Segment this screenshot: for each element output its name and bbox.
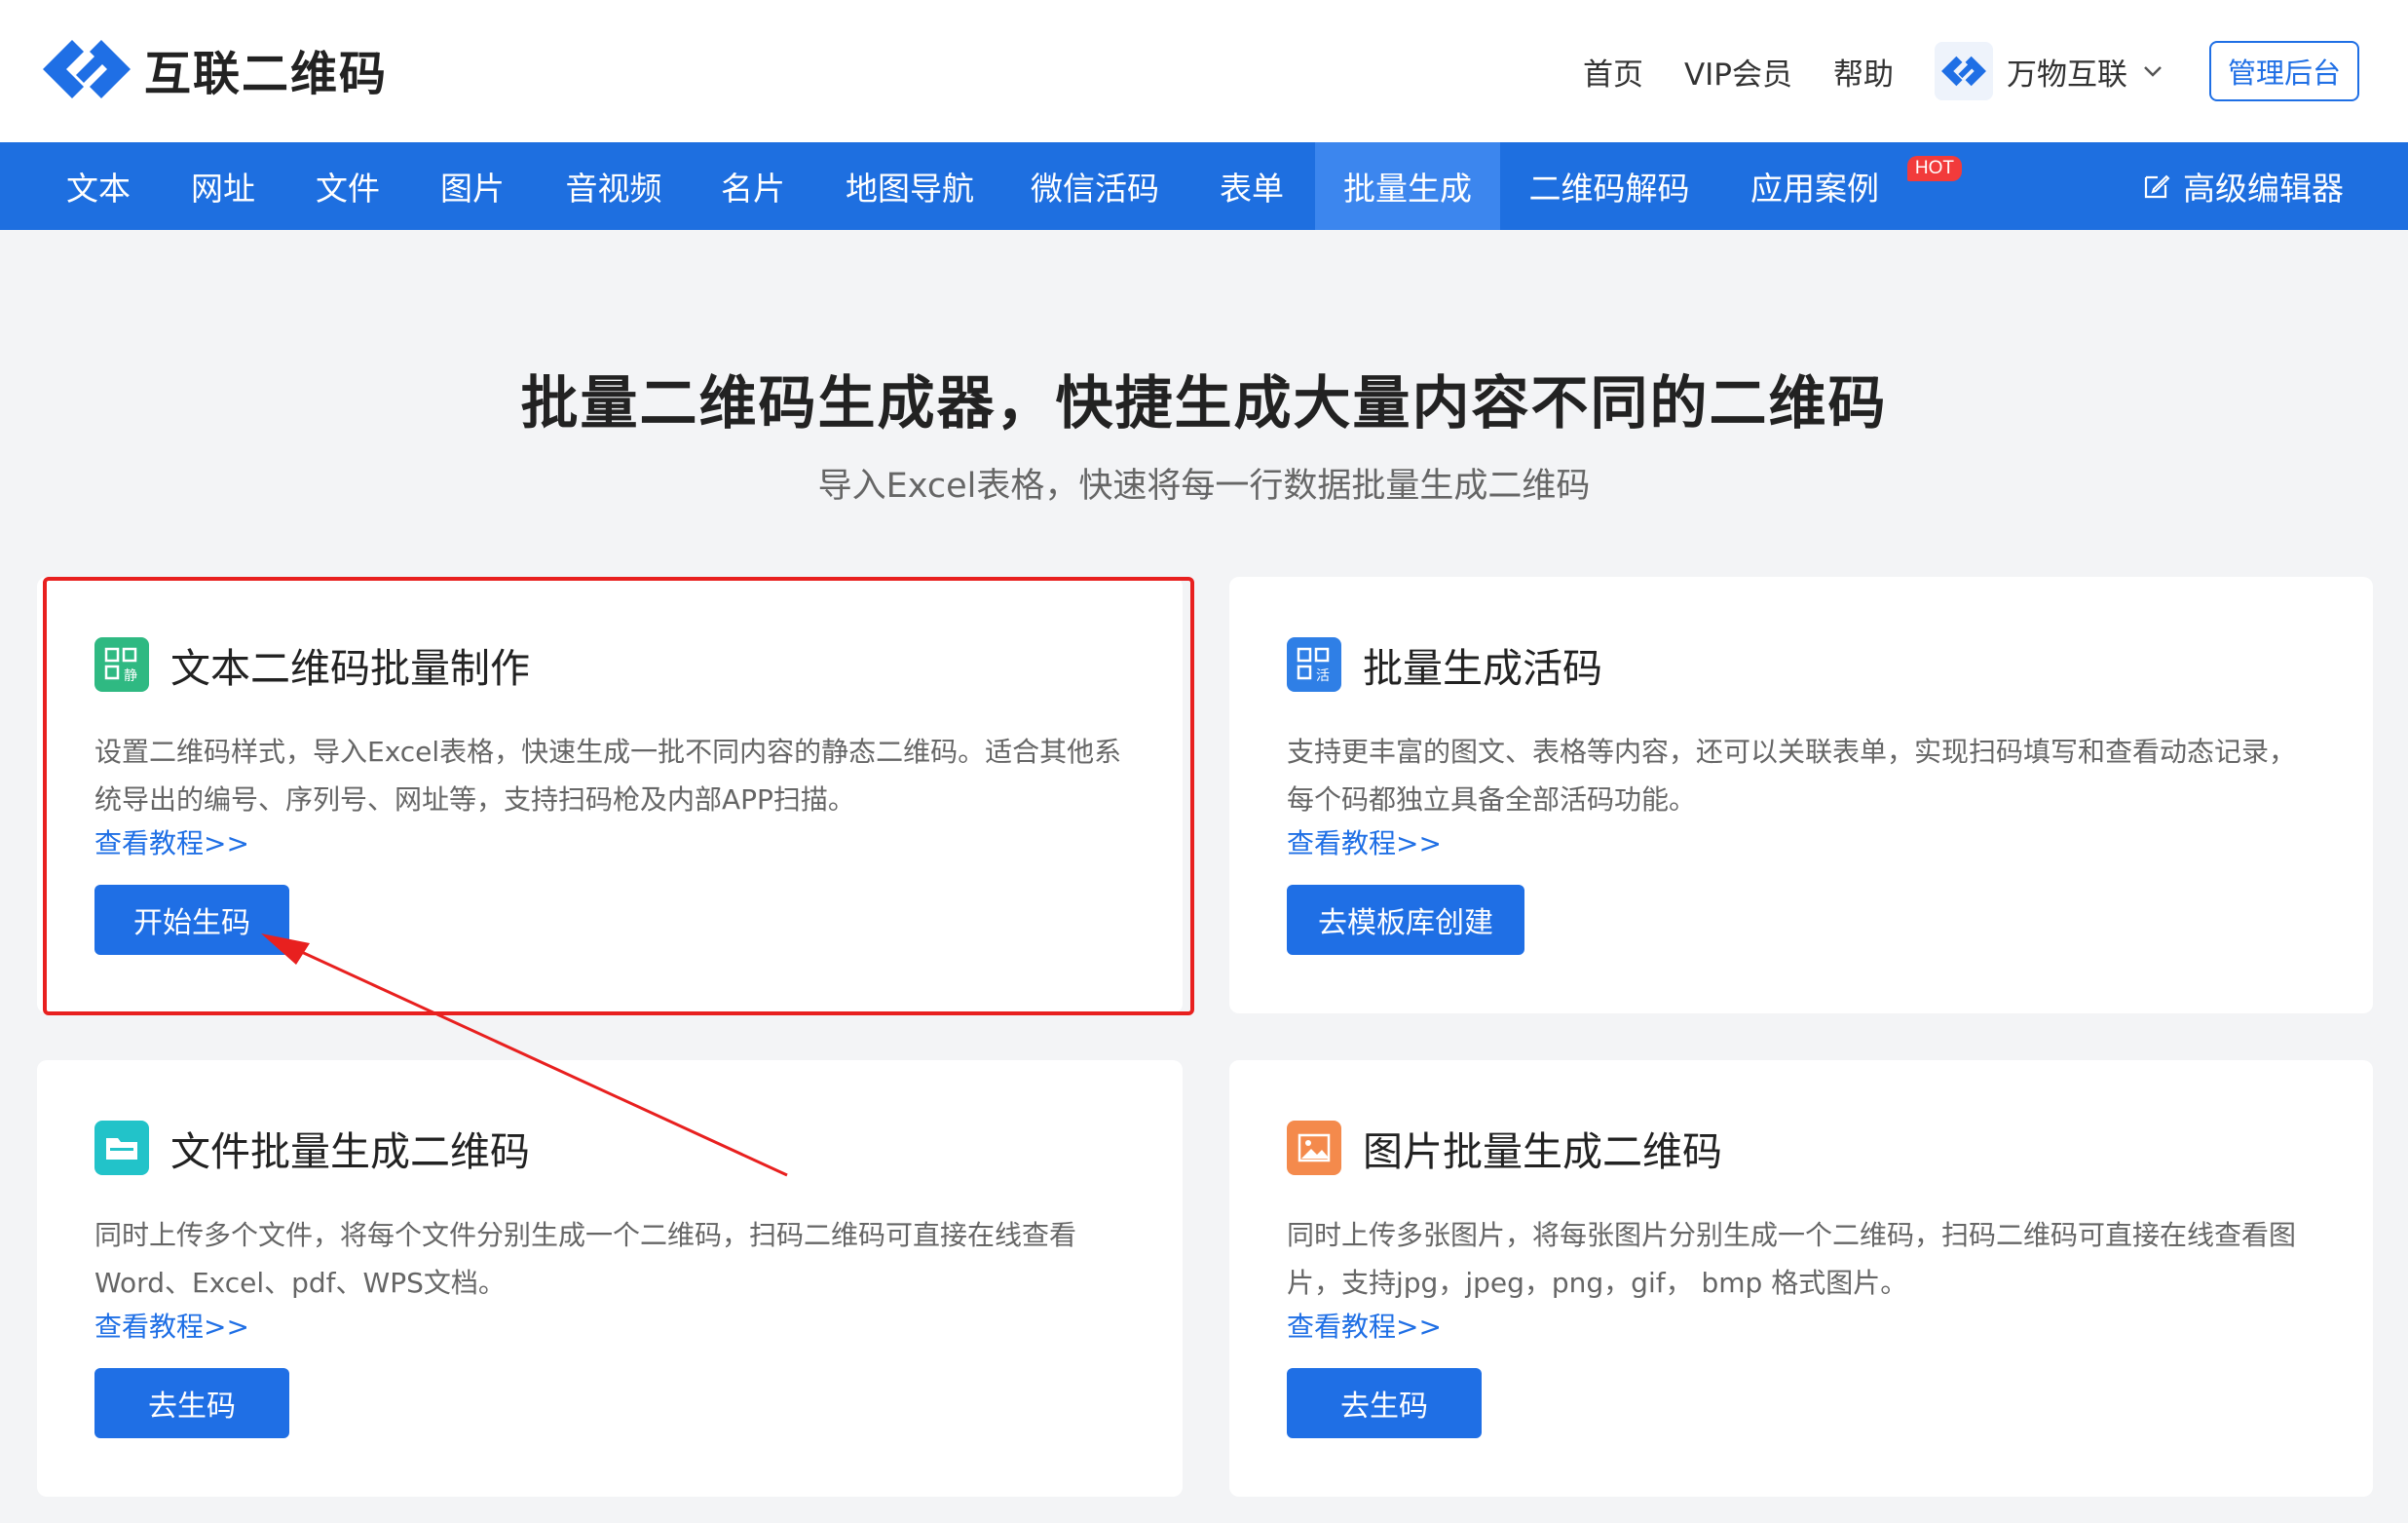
card-image-batch: 图片批量生成二维码 同时上传多张图片，将每张图片分别生成一个二维码，扫码二维码可… [1229,1060,2373,1497]
brand-switcher[interactable]: 万物互联 [1935,42,2164,100]
card-description: 支持更丰富的图文、表格等内容，还可以关联表单，实现扫码填写和查看动态记录，每个码… [1287,736,2297,816]
nav-help-link[interactable]: 帮助 [1833,50,1894,94]
page-title: 批量二维码生成器，快捷生成大量内容不同的二维码 [520,369,1888,437]
nav-tab-cases-label: 应用案例 [1750,170,1879,208]
tutorial-link[interactable]: 查看教程>> [1287,822,1442,861]
nav-tab-card[interactable]: 名片 [692,142,814,230]
card-title: 文本二维码批量制作 [170,645,530,692]
tutorial-link[interactable]: 查看教程>> [94,822,249,861]
nav-tab-decode[interactable]: 二维码解码 [1516,142,1703,230]
card-file-batch: 文件批量生成二维码 同时上传多个文件，将每个文件分别生成一个二维码，扫码二维码可… [37,1060,1183,1497]
nav-tab-form[interactable]: 表单 [1190,142,1313,230]
card-description: 设置二维码样式，导入Excel表格，快速生成一批不同内容的静态二维码。适合其他系… [94,736,1122,816]
generate-file-button[interactable]: 去生码 [94,1368,289,1438]
card-live-batch: 活 批量生成活码 支持更丰富的图文、表格等内容，还可以关联表单，实现扫码填写和查… [1229,577,2373,1013]
nav-tab-cases[interactable]: 应用案例 HOT [1732,142,1962,230]
card-title: 批量生成活码 [1363,645,1602,692]
hot-badge: HOT [1906,156,1962,181]
static-qr-icon: 静 [94,637,149,692]
image-icon [1287,1121,1341,1175]
logo-icon [43,40,131,98]
nav-tab-av[interactable]: 音视频 [538,142,690,230]
folder-icon [94,1121,149,1175]
live-qr-icon: 活 [1287,637,1341,692]
brand-logo-icon [1935,42,1993,100]
nav-tab-image[interactable]: 图片 [413,142,532,230]
tutorial-link[interactable]: 查看教程>> [1287,1306,1442,1345]
nav-vip-link[interactable]: VIP会员 [1684,50,1792,94]
svg-text:静: 静 [124,668,137,684]
card-text-batch: 静 文本二维码批量制作 设置二维码样式，导入Excel表格，快速生成一批不同内容… [37,577,1183,1013]
brand-switcher-label: 万物互联 [2007,57,2127,93]
main-nav: 文本 网址 文件 图片 音视频 名片 地图导航 微信活码 表单 批量生成 二维码… [0,142,2408,230]
page-subtitle: 导入Excel表格，快速将每一行数据批量生成二维码 [817,467,1591,506]
svg-text:活: 活 [1316,668,1330,684]
nav-tab-batch[interactable]: 批量生成 [1315,142,1500,230]
generate-image-button[interactable]: 去生码 [1287,1368,1482,1438]
template-create-button[interactable]: 去模板库创建 [1287,885,1524,955]
card-title: 图片批量生成二维码 [1363,1128,1722,1175]
start-generate-button[interactable]: 开始生码 [94,885,289,955]
admin-console-button[interactable]: 管理后台 [2209,41,2359,101]
chevron-down-icon [2144,66,2162,77]
card-description: 同时上传多个文件，将每个文件分别生成一个二维码，扫码二维码可直接在线查看Word… [94,1219,1077,1299]
advanced-editor-label: 高级编辑器 [2183,170,2344,208]
card-title: 文件批量生成二维码 [170,1128,530,1175]
advanced-editor-link[interactable]: 高级编辑器 [2142,142,2344,230]
nav-tab-file[interactable]: 文件 [288,142,407,230]
edit-icon [2144,174,2170,199]
tutorial-link[interactable]: 查看教程>> [94,1306,249,1345]
top-header: 互联二维码 首页 VIP会员 帮助 万物互联 管理后台 [0,0,2408,142]
card-description: 同时上传多张图片，将每张图片分别生成一个二维码，扫码二维码可直接在线查看图片，支… [1287,1219,2297,1299]
nav-tab-wechat[interactable]: 微信活码 [1011,142,1179,230]
nav-tab-map[interactable]: 地图导航 [826,142,994,230]
nav-tab-text[interactable]: 文本 [39,142,158,230]
nav-tab-url[interactable]: 网址 [164,142,282,230]
site-logo[interactable]: 互联二维码 [39,35,388,103]
nav-home-link[interactable]: 首页 [1583,50,1643,94]
logo-text: 互联二维码 [144,47,389,101]
